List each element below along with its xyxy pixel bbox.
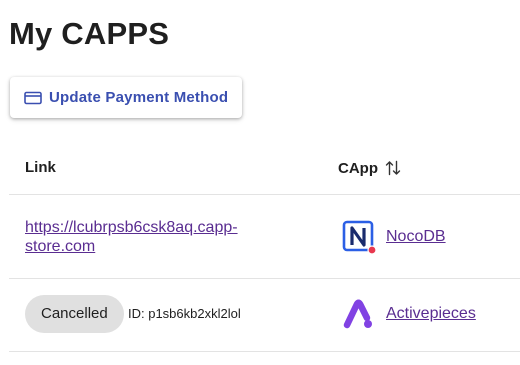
capps-table: Link CApp https://lcubrpsb6csk8aq.capp-s… <box>9 140 520 352</box>
capp-id: ID: p1sb6kb2xkl2lol <box>128 306 241 321</box>
capp-cell: Activepieces <box>340 295 476 332</box>
capp-url-link[interactable]: https://lcubrpsb6csk8aq.capp-store.com <box>25 218 265 256</box>
column-header-capp[interactable]: CApp <box>338 159 402 177</box>
capp-name-link[interactable]: NocoDB <box>386 228 446 246</box>
capp-cell: NocoDB <box>340 218 446 255</box>
column-header-link: Link <box>25 159 56 176</box>
table-row: Cancelled ID: p1sb6kb2xkl2lol Activepiec… <box>9 279 520 352</box>
credit-card-icon <box>24 91 42 105</box>
nocodb-logo-icon <box>340 218 377 255</box>
table-row: https://lcubrpsb6csk8aq.capp-store.com N… <box>9 195 520 279</box>
page-title: My CAPPS <box>9 16 170 51</box>
update-payment-method-button[interactable]: Update Payment Method <box>10 77 242 118</box>
status-chip: Cancelled <box>25 295 124 333</box>
activepieces-logo-icon <box>340 295 377 332</box>
sort-arrows-icon[interactable] <box>384 159 402 177</box>
table-header-row: Link CApp <box>9 140 520 195</box>
update-payment-method-label: Update Payment Method <box>49 89 229 106</box>
column-header-capp-label: CApp <box>338 159 378 177</box>
capp-name-link[interactable]: Activepieces <box>386 305 476 323</box>
